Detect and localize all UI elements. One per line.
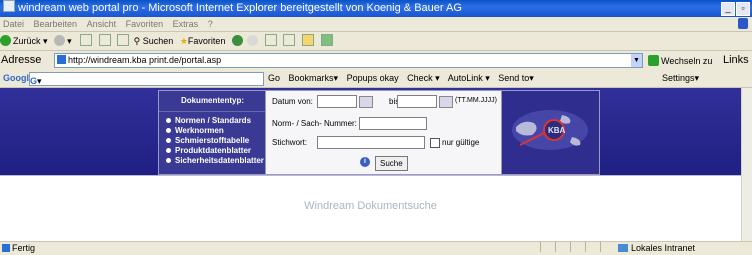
radio-icon[interactable] — [166, 148, 171, 153]
date-from-input[interactable] — [317, 95, 357, 108]
menu-extras[interactable]: Extras — [173, 19, 199, 29]
portal-banner: Dokumententyp: Normen / Standards Werkno… — [0, 88, 741, 176]
forward-arrow-icon — [54, 35, 66, 46]
google-check-button[interactable]: Check ▾ — [407, 73, 440, 83]
google-settings-button[interactable]: Settings▾ — [662, 70, 699, 87]
favorites-button[interactable]: ★Favoriten — [180, 32, 226, 50]
google-toolbar: Google G▾ Go Bookmarks▾ Popups okay Chec… — [0, 70, 752, 88]
doctype-option-produktdaten[interactable]: Produktdatenblatter — [166, 146, 266, 156]
forward-button[interactable]: ▾ — [54, 32, 72, 50]
vertical-scrollbar[interactable] — [741, 88, 752, 241]
address-input[interactable]: http://windream.kba print.de/portal.asp … — [54, 53, 643, 68]
date-to-input[interactable] — [397, 95, 437, 108]
kba-logo-text: KBA — [548, 126, 566, 135]
mail-icon[interactable] — [264, 34, 277, 46]
window-titlebar: windream web portal pro - Microsoft Inte… — [0, 0, 752, 17]
search-submit-button[interactable]: Suche — [375, 156, 408, 171]
window-title: windream web portal pro - Microsoft Inte… — [18, 2, 462, 14]
search-icon: ⚲ — [133, 36, 141, 46]
status-text: Fertig — [12, 243, 36, 253]
doctype-title: Dokumententyp: — [159, 94, 266, 112]
norm-number-label: Norm- / Sach- Nummer: — [272, 119, 357, 128]
folder-icon[interactable] — [302, 34, 314, 46]
search-form-panel: Datum von: bis: (TT.MM.JJJJ) Norm- / Sac… — [265, 90, 503, 175]
media-icon[interactable] — [231, 35, 243, 46]
google-sendto-button[interactable]: Send to▾ — [498, 73, 534, 83]
menu-help[interactable]: ? — [208, 19, 213, 29]
status-separators — [540, 242, 615, 255]
doctype-radio-list: Normen / Standards Werknormen Schmiersto… — [166, 116, 266, 166]
address-dropdown-icon[interactable]: ▼ — [631, 54, 642, 67]
keyword-label: Stichwort: — [272, 138, 308, 147]
star-icon: ★ — [179, 36, 188, 46]
page-heading: Windream Dokumentsuche — [304, 200, 437, 212]
info-icon: i — [360, 157, 370, 167]
menu-bar: Datei Bearbeiten Ansicht Favoriten Extra… — [0, 17, 752, 32]
go-button[interactable]: Wechseln zu — [648, 52, 712, 70]
messenger-icon[interactable] — [320, 34, 333, 46]
back-arrow-icon — [0, 35, 11, 46]
intranet-icon — [618, 244, 628, 252]
google-autolink-button[interactable]: AutoLink ▾ — [448, 73, 490, 83]
links-button[interactable]: Links — [723, 51, 749, 69]
minimize-button[interactable]: _ — [721, 2, 735, 16]
search-button[interactable]: ⚲ Suchen — [134, 32, 174, 50]
security-zone: Lokales Intranet — [618, 242, 695, 254]
stop-icon[interactable] — [80, 34, 93, 46]
radio-icon[interactable] — [166, 118, 171, 123]
history-icon[interactable] — [247, 35, 259, 46]
google-search-input[interactable]: G▾ — [29, 72, 264, 86]
kba-globe-logo: KBA — [512, 110, 588, 150]
ie-throbber-icon — [738, 18, 748, 29]
status-bar: Fertig Lokales Intranet — [0, 241, 752, 254]
maximize-button[interactable]: ▫ — [736, 2, 750, 16]
radio-icon[interactable] — [166, 128, 171, 133]
radio-icon[interactable] — [166, 138, 171, 143]
address-label: Adresse — [1, 54, 42, 66]
window-controls: _ ▫ — [721, 2, 750, 16]
kba-logo-panel: KBA — [501, 90, 600, 175]
print-icon[interactable] — [283, 34, 296, 46]
doctype-option-sicherheit[interactable]: Sicherheitsdatenblatter — [166, 156, 266, 166]
address-bar: Adresse http://windream.kba print.de/por… — [0, 51, 752, 69]
date-from-label: Datum von: — [272, 97, 313, 106]
standard-toolbar: Zurück ▾ ▾ ⚲ Suchen ★Favoriten — [0, 32, 752, 51]
page-viewport: Dokumententyp: Normen / Standards Werkno… — [0, 88, 741, 241]
go-arrow-icon — [648, 55, 659, 66]
norm-number-input[interactable] — [359, 117, 427, 130]
date-format-hint: (TT.MM.JJJJ) — [455, 97, 497, 104]
keyword-input[interactable] — [317, 136, 425, 149]
calendar-icon[interactable] — [359, 96, 373, 108]
only-valid-checkbox[interactable] — [430, 138, 440, 148]
page-done-icon — [2, 244, 10, 252]
doctype-option-schmierstoff[interactable]: Schmierstofftabelle — [166, 136, 266, 146]
only-valid-label: nur gültige — [442, 138, 480, 147]
menu-bearbeiten[interactable]: Bearbeiten — [34, 19, 78, 29]
address-url: http://windream.kba print.de/portal.asp — [68, 55, 222, 65]
page-icon — [57, 55, 66, 64]
menu-datei[interactable]: Datei — [3, 19, 24, 29]
doctype-panel: Dokumententyp: Normen / Standards Werkno… — [158, 90, 267, 175]
home-icon[interactable] — [117, 34, 130, 46]
google-go-button[interactable]: Go — [268, 73, 280, 83]
calendar-icon[interactable] — [439, 96, 453, 108]
google-toolbar-items: Go Bookmarks▾ Popups okay Check ▾ AutoLi… — [268, 70, 540, 87]
menu-ansicht[interactable]: Ansicht — [87, 19, 117, 29]
doctype-option-werknormen[interactable]: Werknormen — [166, 126, 266, 136]
radio-icon[interactable] — [166, 158, 171, 163]
doctype-option-normen[interactable]: Normen / Standards — [166, 116, 266, 126]
google-bookmarks-button[interactable]: Bookmarks▾ — [289, 73, 339, 83]
google-popups-button[interactable]: Popups okay — [347, 73, 399, 83]
ie-app-icon — [3, 0, 15, 12]
back-button[interactable]: Zurück ▾ — [0, 32, 48, 50]
refresh-icon[interactable] — [98, 34, 111, 46]
menu-favoriten[interactable]: Favoriten — [126, 19, 164, 29]
